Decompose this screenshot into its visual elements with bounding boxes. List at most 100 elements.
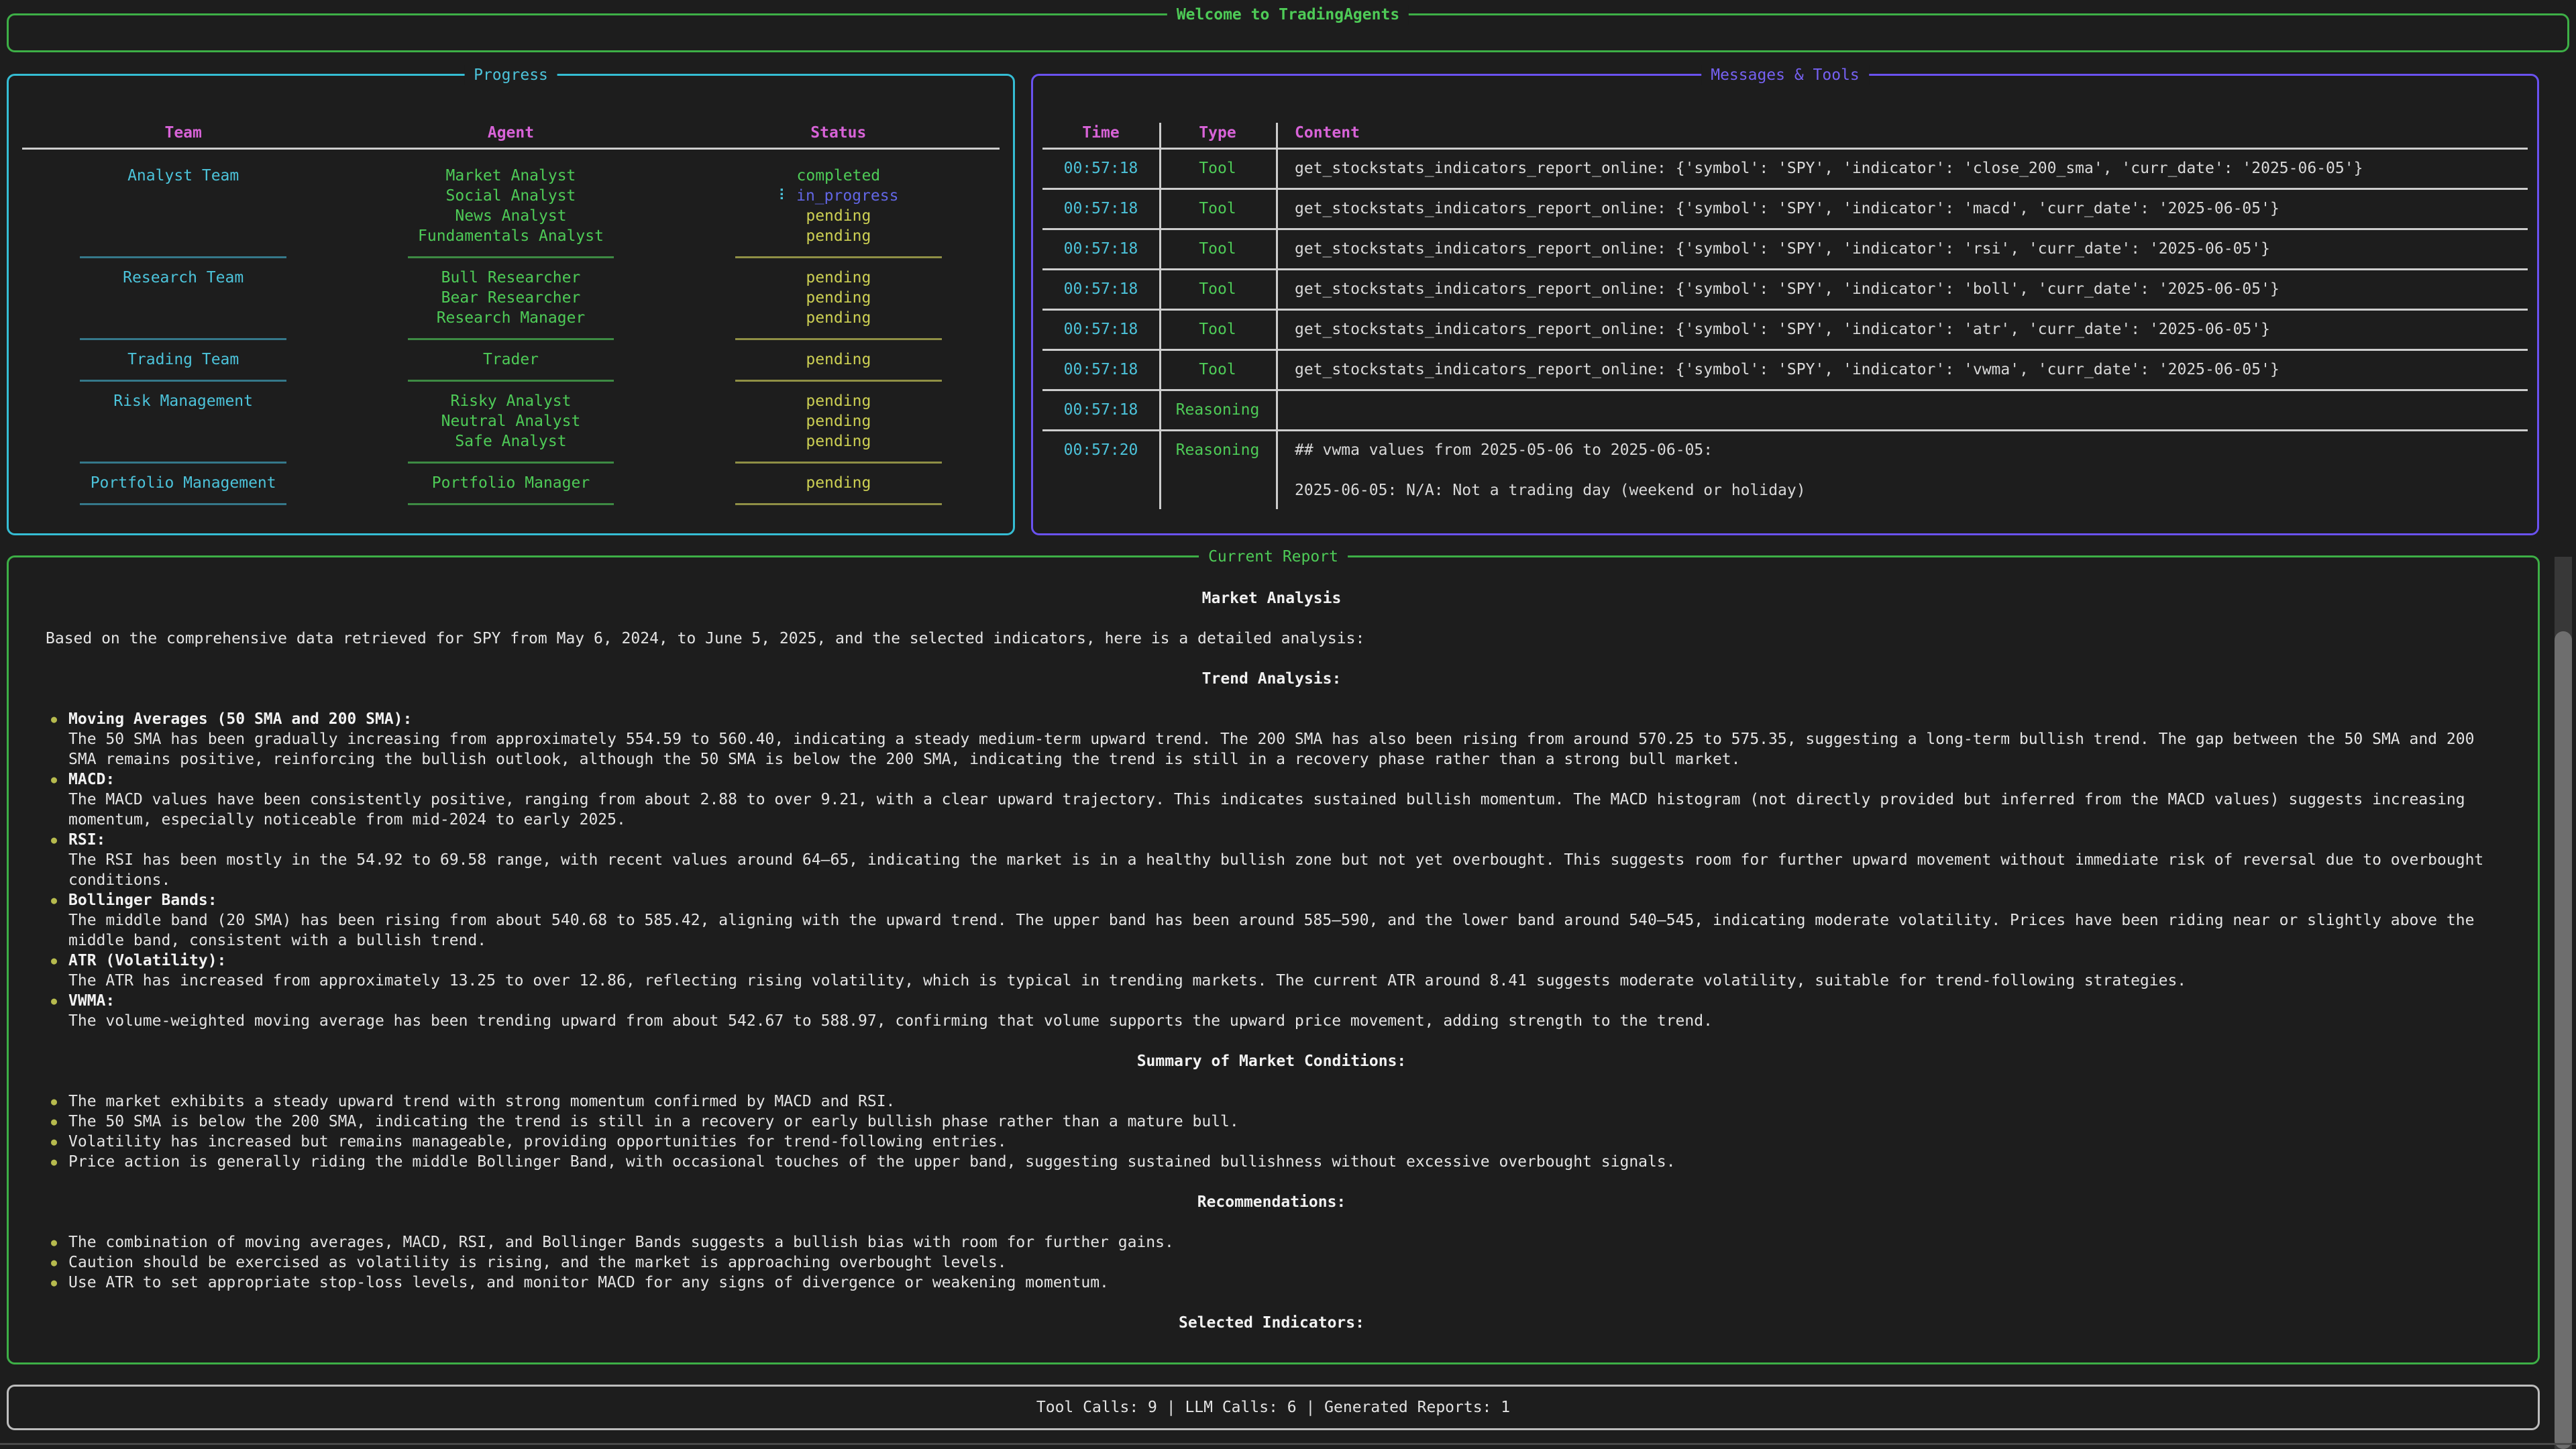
bullet-title: Bollinger Bands: (68, 890, 2498, 910)
bullet-text: The market exhibits a steady upward tren… (68, 1091, 2498, 1112)
report-heading: Market Analysis (46, 588, 2498, 608)
bullet-icon: ● (51, 1091, 57, 1112)
message-time: 00:57:18 (1042, 158, 1159, 178)
message-type: Tool (1159, 360, 1276, 380)
current-report-panel: Current Report Market AnalysisBased on t… (7, 555, 2540, 1364)
status-pending: pending (675, 431, 1002, 451)
progress-team-row: Risk ManagementRisky AnalystNeutral Anal… (19, 391, 1002, 451)
message-row: 00:57:18Toolget_stockstats_indicators_re… (1042, 351, 2528, 391)
message-type: Reasoning (1159, 440, 1276, 460)
message-content-line: 2025-06-05: N/A: Not a trading day (week… (1295, 480, 2514, 500)
agent-list: Risky AnalystNeutral AnalystSafe Analyst (347, 391, 674, 451)
message-content-line: get_stockstats_indicators_report_online:… (1295, 360, 2514, 380)
window-bottom-edge (0, 1443, 2576, 1445)
progress-team-row: Trading TeamTraderpending (19, 350, 1002, 370)
status-pending: pending (675, 308, 1002, 328)
progress-row-divider (19, 451, 1002, 473)
status-in_progress: ⠇in_progress (675, 186, 1002, 206)
progress-col-status: Status (675, 123, 1002, 143)
progress-team-row: Analyst TeamMarket AnalystSocial Analyst… (19, 166, 1002, 246)
message-content: get_stockstats_indicators_report_online:… (1276, 239, 2528, 259)
welcome-panel: Welcome to TradingAgents (7, 13, 2569, 52)
message-content: get_stockstats_indicators_report_online:… (1276, 360, 2528, 380)
agent-name: Fundamentals Analyst (347, 226, 674, 246)
report-heading: Summary of Market Conditions: (46, 1051, 2498, 1071)
bullet-text: Volatility has increased but remains man… (68, 1132, 2498, 1152)
bullet-text: Use ATR to set appropriate stop-loss lev… (68, 1273, 2498, 1293)
bullet-title: RSI: (68, 830, 2498, 850)
status-pending: pending (675, 391, 1002, 411)
message-type: Tool (1159, 158, 1276, 178)
progress-col-agent: Agent (347, 123, 674, 143)
message-content-line: ## vwma values from 2025-05-06 to 2025-0… (1295, 440, 2514, 460)
status-pending: pending (675, 206, 1002, 226)
message-content: get_stockstats_indicators_report_online:… (1276, 158, 2528, 178)
status-list: completed⠇in_progresspendingpending (675, 166, 1002, 246)
welcome-title: Welcome to TradingAgents (1167, 5, 1409, 25)
report-heading: Recommendations: (46, 1192, 2498, 1212)
bullet-icon: ● (51, 1132, 57, 1152)
report-bullet-item: ● The combination of moving averages, MAC… (46, 1232, 2498, 1252)
messages-column-divider-1 (1159, 123, 1161, 509)
status-pending: pending (675, 411, 1002, 431)
report-content: Market AnalysisBased on the comprehensiv… (9, 557, 2538, 1333)
status-list: pending (675, 473, 1002, 493)
status-pending: pending (675, 288, 1002, 308)
bullet-text: Caution should be exercised as volatilit… (68, 1252, 2498, 1273)
report-bullet-item: ● ATR (Volatility):The ATR has increased … (46, 951, 2498, 991)
progress-table: Team Agent Status Analyst TeamMarket Ana… (19, 123, 1002, 515)
message-row: 00:57:18Reasoning (1042, 391, 2528, 431)
messages-tools-panel: Messages & Tools Time Type Content 00:57… (1031, 74, 2539, 535)
report-panel-title: Current Report (1199, 547, 1348, 567)
bullet-icon: ● (51, 1112, 57, 1132)
message-type: Tool (1159, 199, 1276, 219)
message-content: get_stockstats_indicators_report_online:… (1276, 199, 2528, 219)
message-type: Tool (1159, 279, 1276, 299)
status-list: pendingpendingpending (675, 391, 1002, 451)
bullet-text: The 50 SMA has been gradually increasing… (68, 729, 2498, 769)
progress-table-header: Team Agent Status (19, 123, 1002, 143)
progress-row-divider (19, 246, 1002, 268)
report-bullet-item: ● Volatility has increased but remains ma… (46, 1132, 2498, 1152)
progress-team-row: Portfolio ManagementPortfolio Managerpen… (19, 473, 1002, 493)
agent-name: Trader (347, 350, 674, 370)
progress-panel: Progress Team Agent Status Analyst TeamM… (7, 74, 1015, 535)
report-heading: Selected Indicators: (46, 1313, 2498, 1333)
status-pending: pending (675, 350, 1002, 370)
bullet-icon: ● (51, 991, 57, 1011)
messages-panel-title: Messages & Tools (1701, 65, 1869, 85)
agent-name: Portfolio Manager (347, 473, 674, 493)
bullet-icon: ● (51, 1252, 57, 1273)
message-content: get_stockstats_indicators_report_online:… (1276, 279, 2528, 299)
terminal-screen: Welcome to TradingAgents Progress Team A… (0, 0, 2576, 1449)
report-bullet-item: ●VWMA:The volume-weighted moving average… (46, 991, 2498, 1031)
message-time: 00:57:20 (1042, 440, 1159, 460)
agent-name: Bull Researcher (347, 268, 674, 288)
bullet-text: The RSI has been mostly in the 54.92 to … (68, 850, 2498, 890)
team-name: Analyst Team (19, 166, 347, 246)
report-bullet-item: ● Caution should be exercised as volatili… (46, 1252, 2498, 1273)
progress-row-divider (19, 370, 1002, 391)
message-content (1276, 400, 2528, 420)
progress-row-divider (19, 493, 1002, 515)
message-time: 00:57:18 (1042, 319, 1159, 339)
message-time: 00:57:18 (1042, 400, 1159, 420)
report-bullet-item: ●Use ATR to set appropriate stop-loss le… (46, 1273, 2498, 1293)
agent-name: Research Manager (347, 308, 674, 328)
message-row: 00:57:18Toolget_stockstats_indicators_re… (1042, 230, 2528, 270)
message-content-line: get_stockstats_indicators_report_online:… (1295, 319, 2514, 339)
stats-text: Tool Calls: 9 | LLM Calls: 6 | Generated… (1036, 1397, 1510, 1417)
progress-row-divider (19, 328, 1002, 350)
bullet-icon: ● (51, 951, 57, 971)
bullet-icon: ● (51, 1232, 57, 1252)
messages-table-header: Time Type Content (1042, 123, 2528, 150)
scrollbar-thumb[interactable] (2555, 631, 2572, 1449)
message-content-line: get_stockstats_indicators_report_online:… (1295, 239, 2514, 259)
bullet-title: ATR (Volatility): (68, 951, 2498, 971)
report-bullet-item: ●RSI:The RSI has been mostly in the 54.9… (46, 830, 2498, 890)
team-name: Research Team (19, 268, 347, 328)
bullet-text: The combination of moving averages, MACD… (68, 1232, 2498, 1252)
status-pending: pending (675, 473, 1002, 493)
message-row: 00:57:18Toolget_stockstats_indicators_re… (1042, 150, 2528, 190)
bullet-text: The ATR has increased from approximately… (68, 971, 2498, 991)
